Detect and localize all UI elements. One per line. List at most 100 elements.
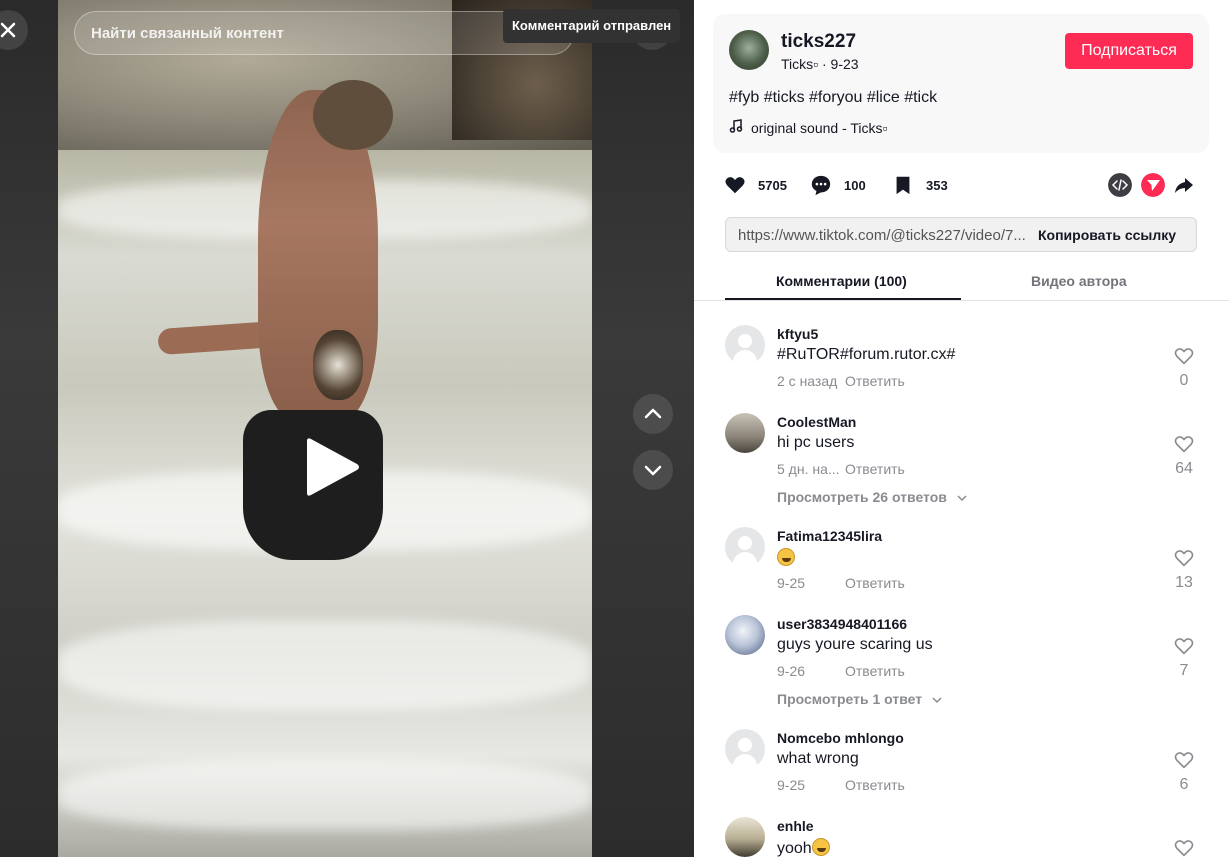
author-username[interactable]: ticks227 [781,31,856,53]
reply-button[interactable]: Ответить [845,777,905,793]
comment-like-count: 64 [1175,460,1193,477]
comment-like-button[interactable]: 64 [1170,435,1198,478]
view-replies-button[interactable]: Просмотреть 1 ответ [777,691,942,707]
comment-meta: 9-25 Ответить [777,777,905,793]
comment-time: 5 дн. на... [777,461,840,477]
follow-button[interactable]: Подписаться [1065,33,1193,69]
comment-like-count: 6 [1179,776,1189,793]
video-person [313,80,393,150]
comment-text: guys youre scaring us [777,636,933,653]
close-icon [0,22,16,38]
view-replies-label: Просмотреть 26 ответов [777,489,947,505]
share-icon[interactable] [1172,173,1196,197]
comment-like-button[interactable]: 6 [1170,751,1198,794]
author-card: ticks227 Ticks▫ · 9-23 Подписаться #fyb … [713,14,1209,153]
related-search-input[interactable]: Найти связанный контент [74,11,574,55]
video-link-box: https://www.tiktok.com/@ticks227/video/7… [725,217,1197,252]
music-title: original sound - Ticks▫ [751,120,888,136]
favorite-button[interactable]: 353 [892,170,948,200]
like-button[interactable]: 5705 [724,170,787,200]
avatar[interactable] [725,817,765,857]
avatar[interactable] [725,527,765,567]
comment-like-count: 7 [1179,662,1189,679]
comment-text: what wrong [777,750,859,767]
comment-like-count: 0 [1179,372,1189,389]
comment-meta: 9-25 Ответить [777,575,905,591]
view-replies-label: Просмотреть 1 ответ [777,691,923,707]
video-link-url[interactable]: https://www.tiktok.com/@ticks227/video/7… [738,227,1028,244]
avatar[interactable] [725,413,765,453]
bookmark-icon [896,176,910,195]
previous-video-button[interactable] [633,394,673,434]
heart-outline-icon [1174,638,1194,655]
embed-icon[interactable] [1108,173,1132,197]
comment-list[interactable]: kftyu5 #RuTOR#forum.rutor.cx# 2 с назад … [694,302,1229,857]
copy-link-button[interactable]: Копировать ссылку [1038,227,1176,243]
comment-username[interactable]: enhle [777,818,814,834]
video-frame[interactable] [58,0,592,857]
comment-meta: 9-26 Ответить [777,663,905,679]
view-replies-button[interactable]: Просмотреть 26 ответов [777,489,967,505]
video-description[interactable]: #fyb #ticks #foryou #lice #tick [729,89,937,107]
chevron-up-icon [644,408,662,419]
author-subtitle: Ticks▫ · 9-23 [781,56,859,72]
comment-text [777,548,795,568]
tab-active-indicator [725,298,961,300]
video-person [313,330,363,400]
smiling-emoji-icon [811,838,830,856]
play-icon[interactable] [303,437,363,497]
chevron-down-icon [932,697,942,704]
comment-icon [811,175,831,196]
comment-time: 9-25 [777,777,806,793]
comment-username[interactable]: Nomcebo mhlongo [777,730,904,746]
reply-button[interactable]: Ответить [845,373,905,389]
comment-username[interactable]: user3834948401166 [777,616,907,632]
comment-text-content: yooh [777,840,812,857]
heart-icon [725,177,745,194]
comment-time: 2 с назад [777,373,838,389]
music-link[interactable]: original sound - Ticks▫ [729,119,887,136]
comment-time: 9-25 [777,575,806,591]
comment-like-button[interactable] [1170,839,1198,857]
author-avatar[interactable] [729,30,769,70]
comment-like-button[interactable]: 13 [1170,549,1198,592]
video-player[interactable]: Найти связанный контент Комментарий отпр… [0,0,694,857]
comment-username[interactable]: kftyu5 [777,326,818,342]
send-icon[interactable] [1141,173,1165,197]
heart-outline-icon [1174,550,1194,567]
favorite-count: 353 [926,177,948,193]
comment-username[interactable]: CoolestMan [777,414,856,430]
avatar[interactable] [725,729,765,769]
panel-tabs: Комментарии (100) Видео автора [694,263,1229,301]
chevron-down-icon [644,465,662,476]
comment-like-count: 13 [1175,574,1193,591]
video-water [58,760,592,830]
tab-comments[interactable]: Комментарии (100) [776,273,907,289]
avatar[interactable] [725,615,765,655]
comment-meta: 5 дн. на... Ответить [777,461,905,477]
comment-username[interactable]: Fatima12345lira [777,528,882,544]
tab-author-videos[interactable]: Видео автора [1031,273,1127,289]
reply-button[interactable]: Ответить [845,663,905,679]
comment-text: #RuTOR#forum.rutor.cx# [777,346,956,363]
comment-count: 100 [844,177,866,193]
video-water [58,620,592,710]
next-video-button[interactable] [633,450,673,490]
search-placeholder: Найти связанный контент [91,25,284,42]
comment-meta: 2 с назад Ответить [777,373,905,389]
comment-time: 9-26 [777,663,806,679]
comment-button[interactable]: 100 [810,170,866,200]
reply-button[interactable]: Ответить [845,461,905,477]
reply-button[interactable]: Ответить [845,575,905,591]
heart-outline-icon [1174,752,1194,769]
comment-like-button[interactable]: 7 [1170,637,1198,680]
heart-outline-icon [1174,840,1194,857]
details-panel: ticks227 Ticks▫ · 9-23 Подписаться #fyb … [694,0,1229,857]
action-bar: 5705 100 353 [724,170,1194,200]
toast-notification: Комментарий отправлен [503,9,681,43]
like-count: 5705 [758,177,787,193]
grinning-emoji-icon [777,548,795,566]
avatar[interactable] [725,325,765,365]
comment-text: yooh [777,838,830,857]
comment-like-button[interactable]: 0 [1170,347,1198,390]
